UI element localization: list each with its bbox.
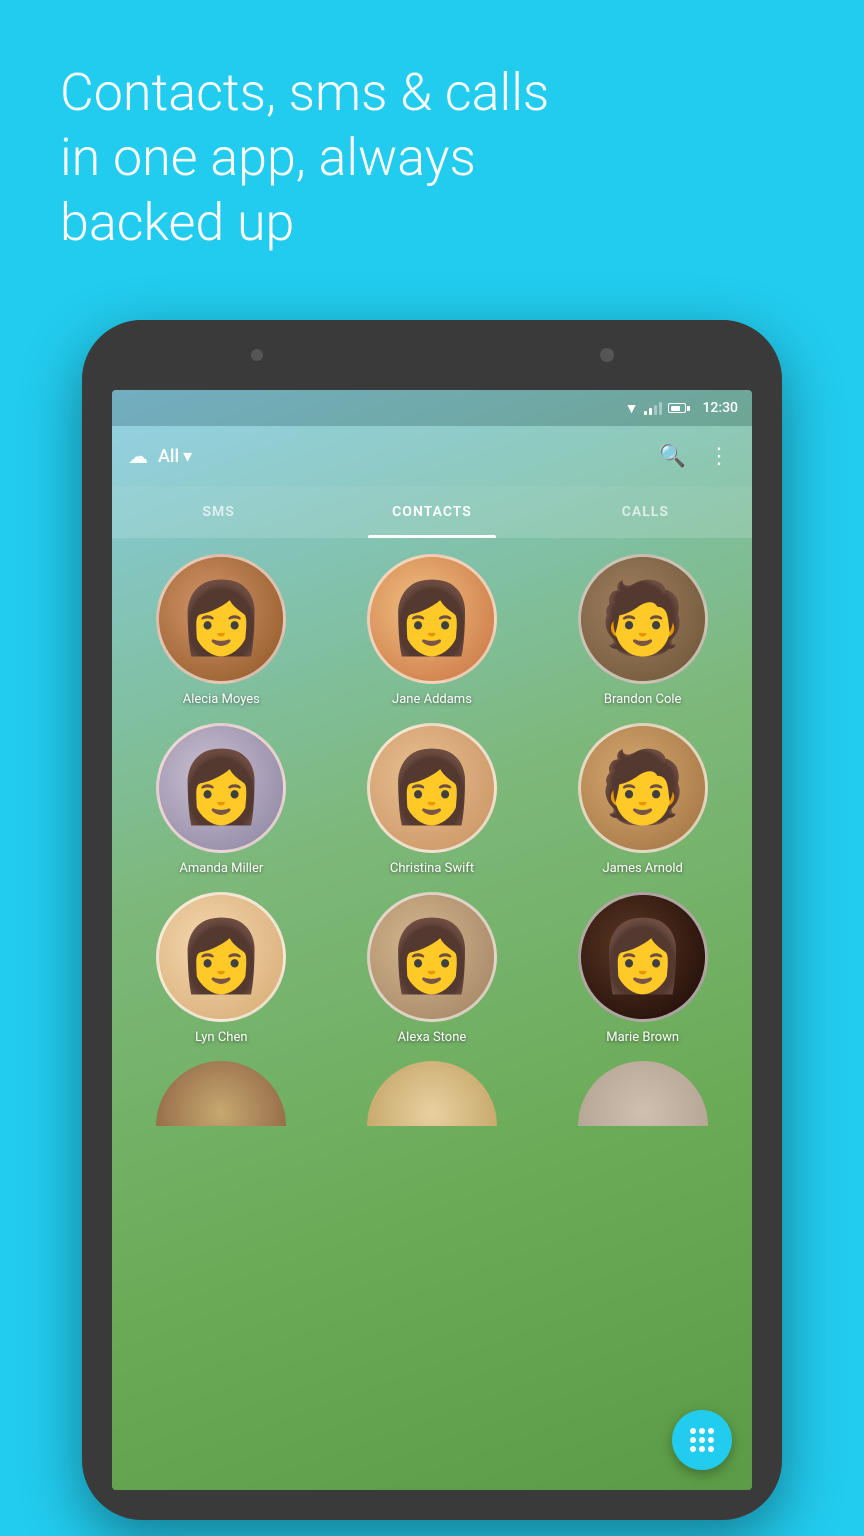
contact-item-partial-3[interactable] [545, 1061, 740, 1126]
avatar-jane-addams: 👩 [367, 554, 497, 684]
contact-name-james-arnold: James Arnold [602, 861, 682, 876]
avatar-alexa-stone: 👩 [367, 892, 497, 1022]
contact-item-lyn-chen[interactable]: 👩 Lyn Chen [124, 892, 319, 1045]
battery-body [668, 403, 686, 413]
more-options-button[interactable]: ⋮ [702, 438, 736, 475]
phone-top-bar [82, 320, 782, 390]
phone-speaker [251, 349, 263, 361]
dot-6 [708, 1437, 714, 1443]
avatar-brandon-cole: 🧑 [578, 554, 708, 684]
contact-item-brandon-cole[interactable]: 🧑 Brandon Cole [545, 554, 740, 707]
contact-item-marie-brown[interactable]: 👩 Marie Brown [545, 892, 740, 1045]
avatar-partial-1 [156, 1061, 286, 1126]
avatar-christina-swift: 👩 [367, 723, 497, 853]
battery-tip [687, 406, 690, 411]
signal-bars [644, 401, 662, 415]
dot-1 [690, 1428, 696, 1434]
status-icons: ▼ 12:30 [625, 400, 738, 417]
signal-bar-2 [649, 408, 652, 415]
contact-name-alecia-moyes: Alecia Moyes [183, 692, 260, 707]
wifi-icon: ▼ [625, 400, 639, 417]
dot-2 [699, 1428, 705, 1434]
search-button[interactable]: 🔍 [653, 438, 692, 475]
filter-label: All [158, 446, 179, 467]
phone-camera [600, 348, 614, 362]
signal-bar-3 [654, 405, 657, 415]
dropdown-arrow: ▾ [183, 446, 192, 467]
contact-name-brandon-cole: Brandon Cole [604, 692, 682, 707]
tab-bar: SMS CONTACTS CALLS [112, 486, 752, 538]
avatar-james-arnold: 🧑 [578, 723, 708, 853]
tab-sms[interactable]: SMS [112, 486, 325, 538]
contact-name-amanda-miller: Amanda Miller [179, 861, 263, 876]
contact-item-jane-addams[interactable]: 👩 Jane Addams [335, 554, 530, 707]
contact-name-marie-brown: Marie Brown [606, 1030, 679, 1045]
avatar-amanda-miller: 👩 [156, 723, 286, 853]
contact-item-amanda-miller[interactable]: 👩 Amanda Miller [124, 723, 319, 876]
battery-fill [671, 406, 680, 411]
battery-icon [668, 403, 690, 413]
dot-9 [708, 1446, 714, 1452]
contact-item-partial-1[interactable] [124, 1061, 319, 1126]
avatar-marie-brown: 👩 [578, 892, 708, 1022]
contact-name-christina-swift: Christina Swift [390, 861, 474, 876]
signal-bar-1 [644, 411, 647, 415]
app-bar: ☁ All ▾ 🔍 ⋮ [112, 426, 752, 486]
contact-item-christina-swift[interactable]: 👩 Christina Swift [335, 723, 530, 876]
contact-item-partial-2[interactable] [335, 1061, 530, 1126]
phone-device: ▼ 12:30 ☁ [82, 320, 782, 1520]
avatar-partial-2 [367, 1061, 497, 1126]
status-bar: ▼ 12:30 [112, 390, 752, 426]
dot-8 [699, 1446, 705, 1452]
app-tagline: Contacts, sms & calls in one app, always… [60, 60, 549, 255]
contact-item-alexa-stone[interactable]: 👩 Alexa Stone [335, 892, 530, 1045]
contact-name-lyn-chen: Lyn Chen [195, 1030, 247, 1045]
contact-name-jane-addams: Jane Addams [392, 692, 472, 707]
dot-7 [690, 1446, 696, 1452]
dot-4 [690, 1437, 696, 1443]
avatar-partial-3 [578, 1061, 708, 1126]
dot-5 [699, 1437, 705, 1443]
contact-item-alecia-moyes[interactable]: 👩 Alecia Moyes [124, 554, 319, 707]
fab-button[interactable] [672, 1410, 732, 1470]
fab-grid-icon [690, 1428, 714, 1452]
dot-3 [708, 1428, 714, 1434]
phone-screen: ▼ 12:30 ☁ [112, 390, 752, 1490]
cloud-icon: ☁ [128, 444, 148, 468]
avatar-lyn-chen: 👩 [156, 892, 286, 1022]
tab-contacts[interactable]: CONTACTS [325, 486, 538, 538]
signal-bar-4 [659, 402, 662, 415]
contact-name-alexa-stone: Alexa Stone [398, 1030, 467, 1045]
tab-calls[interactable]: CALLS [539, 486, 752, 538]
contact-item-james-arnold[interactable]: 🧑 James Arnold [545, 723, 740, 876]
avatar-alecia-moyes: 👩 [156, 554, 286, 684]
filter-dropdown[interactable]: All ▾ [158, 446, 192, 467]
partial-contacts-row [112, 1061, 752, 1126]
contacts-grid: 👩 Alecia Moyes 👩 Jane Addams 🧑 Brandon C… [112, 538, 752, 1061]
status-time: 12:30 [702, 400, 738, 416]
